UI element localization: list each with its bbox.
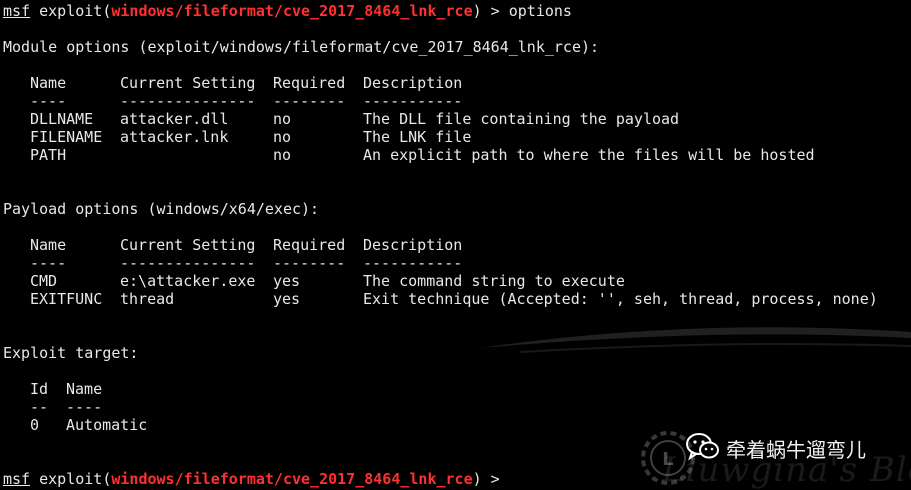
cell-description: The command string to execute: [363, 272, 625, 290]
cell-name: FILENAME: [30, 128, 103, 146]
header-description: Description: [363, 74, 463, 92]
cell-required: yes: [273, 290, 301, 308]
cell-name: Automatic: [66, 416, 148, 434]
prompt-line-2[interactable]: msf exploit(windows/fileformat/cve_2017_…: [3, 470, 509, 488]
prompt-cmd-end: ) > options: [472, 2, 572, 20]
header-id: Id: [30, 380, 49, 398]
cell-required: yes: [273, 272, 301, 290]
header-current-setting: Current Setting: [120, 74, 256, 92]
cell-name: EXITFUNC: [30, 290, 103, 308]
terminal-window[interactable]: msf exploit(windows/fileformat/cve_2017_…: [0, 0, 911, 490]
cell-id: 0: [30, 416, 40, 434]
prompt-cmd-start: exploit(: [30, 2, 112, 20]
exploit-target-title: Exploit target:: [3, 344, 139, 362]
header-required: Required: [273, 74, 346, 92]
header-description: Description: [363, 236, 463, 254]
header-name: Name: [66, 380, 103, 398]
dash-required: --------: [273, 254, 346, 272]
header-required: Required: [273, 236, 346, 254]
cell-description: Exit technique (Accepted: '', seh, threa…: [363, 290, 878, 308]
cell-current-setting: attacker.dll: [120, 110, 229, 128]
dash-name: ----: [30, 254, 67, 272]
dash-description: -----------: [363, 254, 463, 272]
dash-current-setting: ---------------: [120, 254, 256, 272]
dash-name: ----: [66, 398, 103, 416]
payload-options-title: Payload options (windows/x64/exec):: [3, 200, 320, 218]
cell-description: An explicit path to where the files will…: [363, 146, 815, 164]
wechat-icon: [686, 433, 719, 461]
dash-description: -----------: [363, 92, 463, 110]
cell-name: CMD: [30, 272, 58, 290]
header-name: Name: [30, 236, 67, 254]
watermark-text: 牵着蜗牛遛弯儿: [726, 438, 866, 462]
cell-current-setting: thread: [120, 290, 175, 308]
msf-prefix: msf: [3, 470, 31, 488]
dash-current-setting: ---------------: [120, 92, 256, 110]
dash-id: --: [30, 398, 49, 416]
prompt-cmd-end: ) >: [472, 470, 509, 488]
prompt-line-1: msf exploit(windows/fileformat/cve_2017_…: [3, 2, 572, 20]
cell-required: no: [273, 128, 292, 146]
module-path: windows/fileformat/cve_2017_8464_lnk_rce: [111, 2, 473, 20]
svg-text:L: L: [662, 449, 673, 470]
dash-name: ----: [30, 92, 67, 110]
cell-description: The LNK file: [363, 128, 472, 146]
prompt-cmd-start: exploit(: [30, 470, 112, 488]
msf-prefix: msf: [3, 2, 31, 20]
module-path: windows/fileformat/cve_2017_8464_lnk_rce: [111, 470, 473, 488]
header-current-setting: Current Setting: [120, 236, 256, 254]
cell-required: no: [273, 146, 292, 164]
cell-name: PATH: [30, 146, 67, 164]
dash-required: --------: [273, 92, 346, 110]
module-options-title: Module options (exploit/windows/fileform…: [3, 38, 600, 56]
cell-required: no: [273, 110, 292, 128]
cell-current-setting: e:\attacker.exe: [120, 272, 256, 290]
header-name: Name: [30, 74, 67, 92]
cell-name: DLLNAME: [30, 110, 94, 128]
cell-description: The DLL file containing the payload: [363, 110, 680, 128]
cell-current-setting: attacker.lnk: [120, 128, 229, 146]
